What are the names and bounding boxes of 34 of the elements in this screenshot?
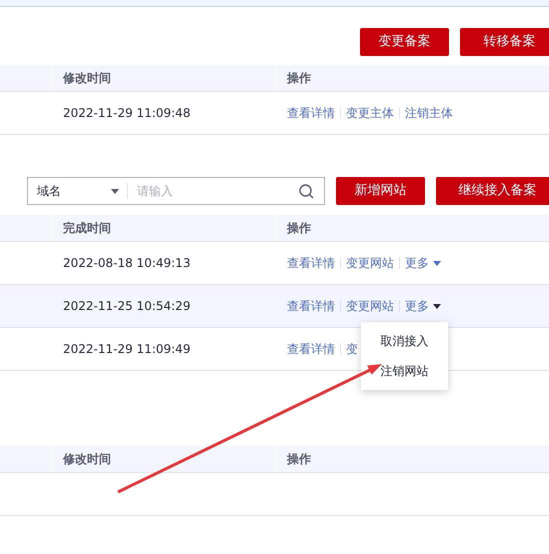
more-dropdown[interactable]: 更多 xyxy=(405,297,441,315)
column-header: 操作 xyxy=(287,452,311,466)
column-header: 完成时间 xyxy=(63,220,111,237)
select-dropdown[interactable]: 域名 xyxy=(28,182,127,200)
menu-item[interactable]: 注销网站 xyxy=(361,356,448,386)
column-header: 修改时间 xyxy=(63,451,111,468)
search-icon[interactable] xyxy=(299,184,314,198)
table-cell: 2022-08-18 10:49:13 xyxy=(63,256,190,270)
table-cell: 2022-11-29 11:09:48 xyxy=(63,106,190,120)
action-link[interactable]: 查看详情 xyxy=(287,104,335,122)
caret-icon xyxy=(433,304,441,308)
caret-icon xyxy=(111,188,119,194)
action-button[interactable]: 新增网站 xyxy=(336,177,425,205)
action-link[interactable]: 查看详情 xyxy=(287,254,335,272)
column-header: 修改时间 xyxy=(63,70,111,87)
action-link[interactable]: 查看详情 xyxy=(287,297,335,315)
more-dropdown[interactable]: 更多 xyxy=(405,254,441,272)
table-cell: 2022-11-29 11:09:49 xyxy=(63,342,190,356)
menu-item[interactable]: 取消接入 xyxy=(361,326,448,356)
column-header: 操作 xyxy=(287,221,311,235)
action-link[interactable]: 注销主体 xyxy=(405,104,453,122)
action-button[interactable]: 转移备案 xyxy=(460,28,549,56)
action-link[interactable]: 变更主体 xyxy=(346,104,394,122)
action-button[interactable]: 变更备案 xyxy=(360,28,449,56)
caret-icon xyxy=(433,260,441,266)
search-field[interactable]: 域名 请输入 xyxy=(27,177,325,205)
action-button[interactable]: 继续接入备案 xyxy=(436,177,549,205)
action-link[interactable]: 变更网站 xyxy=(346,254,394,272)
action-link[interactable]: 变 xyxy=(346,340,358,358)
column-header: 操作 xyxy=(287,71,311,85)
action-link[interactable]: 变更网站 xyxy=(346,297,394,315)
action-link[interactable]: 查看详情 xyxy=(287,340,335,358)
search-input[interactable]: 请输入 xyxy=(128,182,299,200)
table-cell: 2022-11-25 10:54:29 xyxy=(63,299,190,313)
